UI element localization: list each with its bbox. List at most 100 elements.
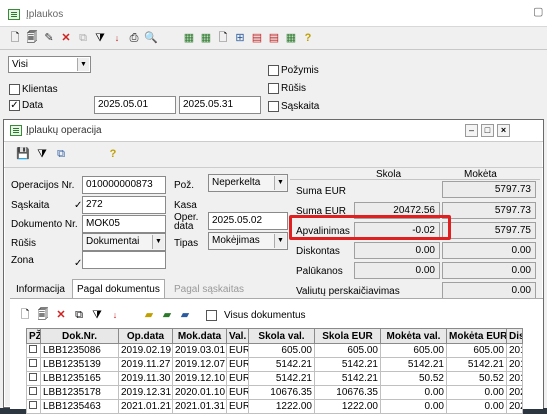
new-doc-icon[interactable]: 🗋 [8, 31, 22, 45]
summary-label: Valiutų perskaičiavimas [296, 286, 400, 297]
close-button[interactable]: × [497, 124, 510, 137]
date-to-input[interactable]: 2025.05.31 [179, 96, 261, 114]
data-checkbox[interactable]: ✓ [9, 100, 20, 111]
inner-title-bar: Įplaukų operacija – □ × [4, 120, 543, 142]
tab-pagal-dokumentus[interactable]: Pagal dokumentus [72, 279, 165, 299]
help-icon[interactable]: ? [301, 31, 315, 45]
filter-icon[interactable]: ⧩ [35, 147, 49, 161]
pz-cell[interactable] [26, 343, 41, 358]
folder-open-icon[interactable]: ▰ [160, 308, 174, 322]
highlight-box [289, 215, 451, 240]
paste-icon[interactable]: ⧉ [72, 308, 86, 322]
copy-doc-icon[interactable]: 🗐 [25, 31, 39, 45]
moketa-eur-cell: 5142.21 [446, 357, 507, 372]
minimize-button[interactable]: – [465, 124, 478, 137]
maximize-button[interactable]: □ [481, 124, 494, 137]
dok-nr-cell: LBB1235178 [40, 385, 119, 400]
col-moketa-val[interactable]: Mokėta val. [380, 328, 447, 344]
moketa-val-cell: 605.00 [380, 343, 447, 358]
zona-field[interactable] [82, 251, 166, 269]
pz-cell[interactable] [26, 357, 41, 372]
col-op-data[interactable]: Op.data [118, 328, 173, 344]
calc-icon[interactable]: ▤ [250, 31, 264, 45]
calc2-icon[interactable]: ▤ [267, 31, 281, 45]
rusis-checkbox[interactable] [268, 83, 279, 94]
tipas-label: Tipas [174, 238, 199, 249]
klientas-checkbox[interactable] [9, 84, 20, 95]
disk-cell: 201 [506, 343, 523, 358]
pz-cell[interactable] [26, 399, 41, 414]
help-icon[interactable]: ? [106, 147, 120, 161]
col-mok-data[interactable]: Mok.data [172, 328, 227, 344]
paste-icon[interactable]: ⧉ [76, 31, 90, 45]
date-from-input[interactable]: 2025.05.01 [94, 96, 176, 114]
mok-data-cell: 2021.01.31 [172, 399, 227, 414]
resize-icon[interactable]: ▢ [533, 5, 543, 18]
filter-icon[interactable]: ⧩ [93, 31, 107, 45]
tab-informacija[interactable]: Informacija [12, 282, 69, 298]
col-skola-eur[interactable]: Skola EUR [314, 328, 381, 344]
tree-icon[interactable]: ⊞ [233, 31, 247, 45]
table-row[interactable]: LBB1235139 2019.11.27 2019.12.07 EUR 514… [26, 357, 523, 372]
table-row[interactable]: LBB1235178 2019.12.31 2020.01.10 EUR 106… [26, 385, 523, 400]
pozymis-checkbox[interactable] [268, 65, 279, 76]
col-moketa-eur[interactable]: Mokėta EUR [446, 328, 507, 344]
export-icon[interactable]: ▦ [182, 31, 196, 45]
col-skola-val[interactable]: Skola val. [248, 328, 315, 344]
pz-cell[interactable] [26, 385, 41, 400]
val-cell: EUR [226, 371, 249, 386]
chevron-down-icon[interactable]: ▼ [152, 235, 164, 249]
op-nr-field[interactable]: 010000000873 [82, 176, 166, 194]
poz-label: Pož. [174, 180, 195, 191]
tab-pagal-saskaitas[interactable]: Pagal sąskaitas [170, 282, 248, 298]
chevron-down-icon[interactable]: ▼ [274, 234, 286, 248]
moketa-eur-cell: 50.52 [446, 371, 507, 386]
new-doc-icon[interactable]: 🗋 [18, 308, 32, 322]
poz-select[interactable]: Neperkelta ▼ [208, 174, 288, 192]
saskaita-label: Sąskaita [11, 200, 50, 211]
rusis-select[interactable]: Dokumentai ▼ [82, 233, 166, 251]
inner-toolbar: 💾 ⧩ ⧉ ? [16, 147, 120, 163]
saskaita-checkbox[interactable] [268, 101, 279, 112]
col-dok-nr[interactable]: Dok.Nr. [40, 328, 119, 344]
oper-data-field[interactable]: 2025.05.02 [208, 212, 288, 230]
grid-icon[interactable]: ▦ [284, 31, 298, 45]
page-icon[interactable]: 🗋 [216, 31, 230, 45]
table-row[interactable]: LBB1235086 2019.02.19 2019.03.01 EUR 605… [26, 343, 523, 358]
find-icon[interactable]: 🔍 [144, 31, 158, 45]
print-icon[interactable]: ⎙ [127, 31, 141, 45]
summary-row: Palūkanos 0.00 0.00 [294, 260, 539, 280]
folder-icon[interactable]: ▰ [142, 308, 156, 322]
visus-checkbox[interactable] [206, 309, 217, 321]
inner-window: Įplaukų operacija – □ × 💾 ⧩ ⧉ ? Operacij… [3, 119, 544, 414]
sort-icon[interactable]: ↓ [110, 31, 124, 45]
filter-icon[interactable]: ⧩ [90, 308, 104, 322]
folder-plus-icon[interactable]: ▰ [178, 308, 192, 322]
tipas-select[interactable]: Mokėjimas ▼ [208, 232, 288, 250]
dialog-icon [10, 125, 22, 136]
saskaita-field[interactable]: 272 [82, 196, 166, 214]
table-row[interactable]: LBB1235165 2019.11.30 2019.12.10 EUR 514… [26, 371, 523, 386]
table-row[interactable]: LBB1235463 2021.01.21 2021.01.31 EUR 122… [26, 399, 523, 414]
col-pz[interactable]: PŽ [26, 328, 41, 344]
pz-cell[interactable] [26, 371, 41, 386]
val-cell: EUR [226, 343, 249, 358]
documents-table: PŽ Dok.Nr. Op.data Mok.data Val. Skola v… [26, 328, 523, 414]
save-icon[interactable]: 💾 [16, 147, 30, 161]
col-val[interactable]: Val. [226, 328, 249, 344]
moketa-value: 0.00 [442, 262, 536, 279]
copy-doc-icon[interactable]: 🗐 [36, 308, 50, 322]
import-icon[interactable]: ▦ [199, 31, 213, 45]
kasa-label: Kasa [174, 200, 197, 211]
sort-icon[interactable]: ↓ [108, 308, 122, 322]
summary-row: Valiutų perskaičiavimas 0.00 [294, 280, 539, 300]
delete-icon[interactable]: ✕ [59, 31, 73, 45]
dok-nr-field[interactable]: MOK05 [82, 215, 166, 233]
delete-icon[interactable]: ✕ [54, 308, 68, 322]
filter-select[interactable]: Visi ▼ [8, 56, 91, 73]
chevron-down-icon[interactable]: ▼ [77, 58, 89, 71]
chevron-down-icon[interactable]: ▼ [274, 176, 286, 190]
col-disk[interactable]: Disk [506, 328, 523, 344]
copy-icon[interactable]: ⧉ [54, 147, 68, 161]
edit-icon[interactable]: ✎ [42, 31, 56, 45]
